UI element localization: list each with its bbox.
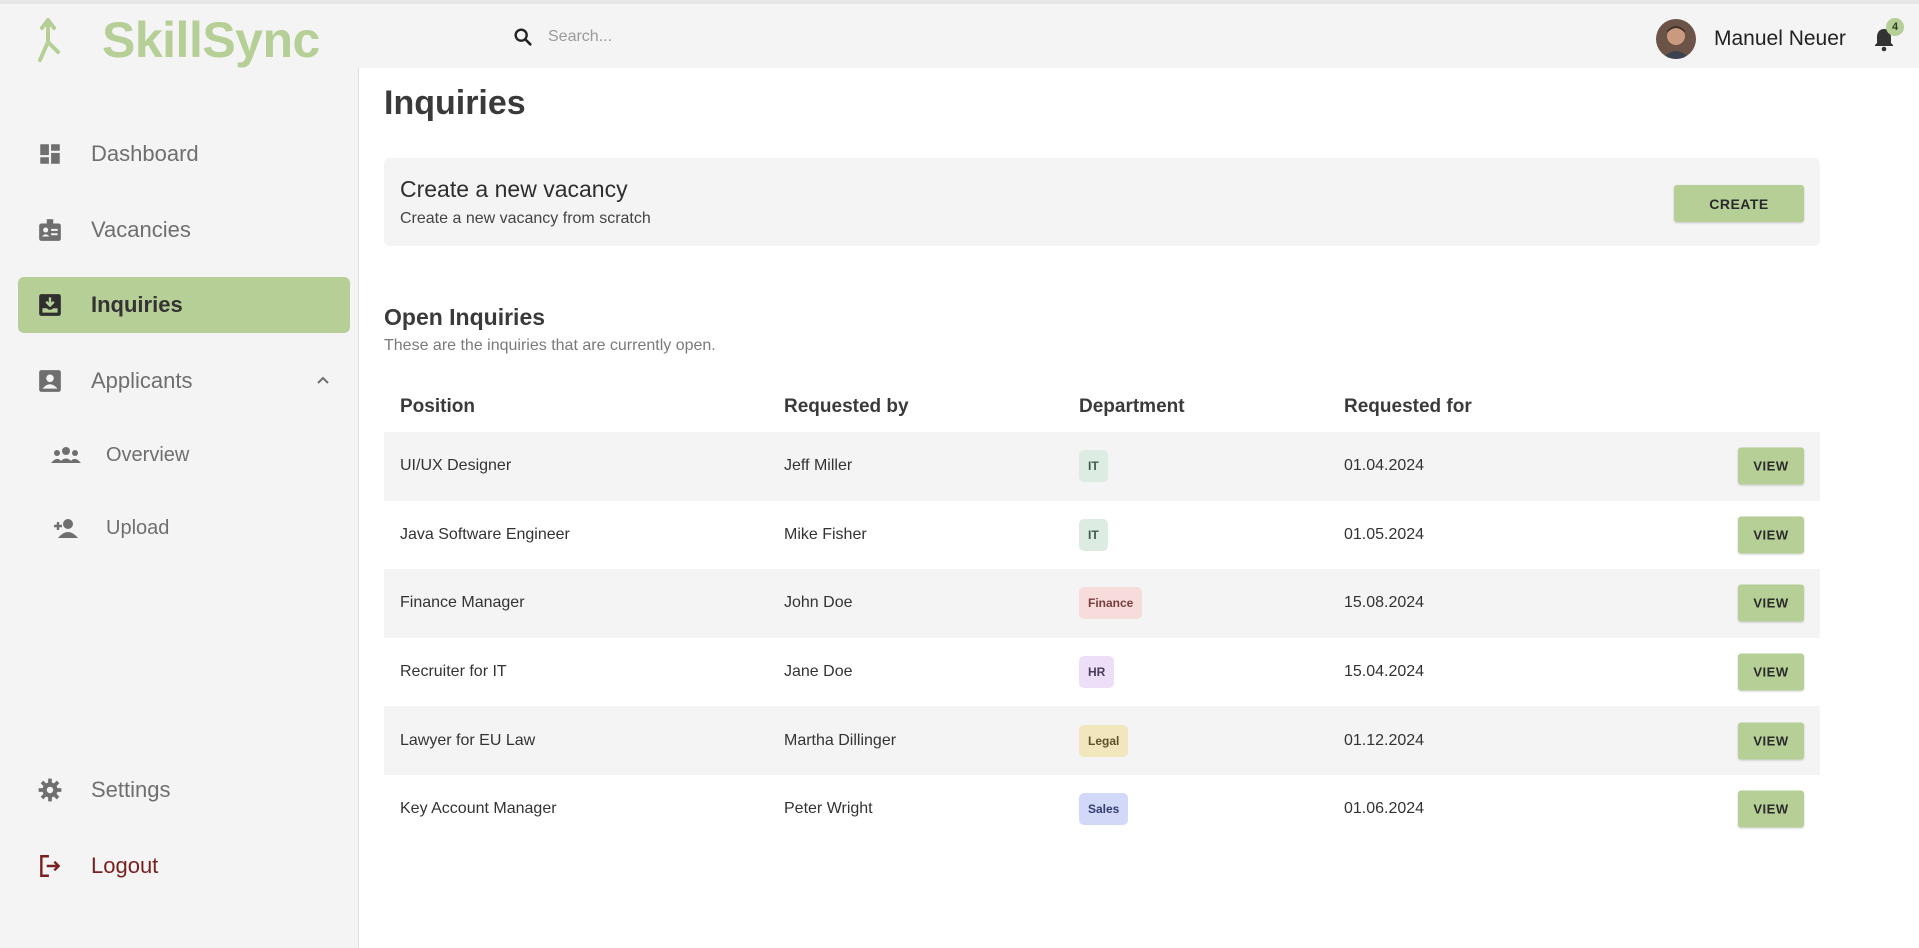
view-button[interactable]: VIEW bbox=[1738, 653, 1804, 691]
cell-requested-by: John Doe bbox=[784, 594, 853, 612]
department-badge: Sales bbox=[1079, 793, 1129, 826]
cell-requested-by: Jeff Miller bbox=[784, 457, 853, 475]
sidebar: Dashboard Vacancies Inquiries Applicants… bbox=[0, 68, 359, 948]
cell-requested-for: 01.12.2024 bbox=[1344, 731, 1425, 749]
gear-icon bbox=[36, 776, 64, 804]
table-row: Key Account Manager Peter Wright Sales 0… bbox=[384, 775, 1820, 844]
table-row: UI/UX Designer Jeff Miller IT 01.04.2024… bbox=[384, 432, 1820, 501]
avatar[interactable] bbox=[1656, 19, 1696, 59]
view-button[interactable]: VIEW bbox=[1738, 722, 1804, 760]
cell-requested-for: 15.04.2024 bbox=[1344, 663, 1425, 681]
contact-card-icon bbox=[36, 367, 64, 395]
table-row: Finance Manager John Doe Finance 15.08.2… bbox=[384, 569, 1820, 638]
sidebar-item-inquiries[interactable]: Inquiries bbox=[18, 277, 350, 333]
top-bar: SkillSync Manuel Neuer 4 bbox=[0, 0, 1919, 68]
column-header-position: Position bbox=[400, 396, 475, 417]
create-vacancy-card: Create a new vacancy Create a new vacanc… bbox=[384, 158, 1820, 246]
section-title: Open Inquiries bbox=[384, 304, 546, 330]
app-logo[interactable]: SkillSync bbox=[34, 12, 320, 68]
cell-position: Key Account Manager bbox=[400, 800, 557, 818]
user-menu[interactable]: Manuel Neuer bbox=[1656, 19, 1846, 59]
table-header: Position Requested by Department Request… bbox=[384, 386, 1820, 432]
inbox-download-icon bbox=[36, 291, 64, 319]
department-badge: IT bbox=[1079, 518, 1108, 551]
create-card-title: Create a new vacancy bbox=[400, 176, 628, 202]
column-header-requested-by: Requested by bbox=[784, 396, 909, 417]
badge-icon bbox=[36, 216, 64, 244]
table-row: Lawyer for EU Law Martha Dillinger Legal… bbox=[384, 706, 1820, 775]
cell-position: Lawyer for EU Law bbox=[400, 731, 536, 749]
cell-position: UI/UX Designer bbox=[400, 457, 512, 475]
cell-requested-for: 01.06.2024 bbox=[1344, 800, 1425, 818]
department-badge: Legal bbox=[1079, 724, 1129, 757]
sidebar-item-dashboard[interactable]: Dashboard bbox=[18, 126, 350, 182]
create-button[interactable]: CREATE bbox=[1674, 185, 1804, 222]
search-icon bbox=[514, 28, 532, 46]
column-header-requested-for: Requested for bbox=[1344, 396, 1472, 417]
search-input[interactable] bbox=[548, 28, 948, 46]
cell-requested-for: 01.05.2024 bbox=[1344, 525, 1425, 543]
sidebar-item-upload[interactable]: Upload bbox=[18, 504, 350, 552]
sidebar-item-label: Upload bbox=[106, 516, 170, 539]
table-row: Recruiter for IT Jane Doe HR 15.04.2024 … bbox=[384, 638, 1820, 707]
department-badge: HR bbox=[1079, 656, 1115, 689]
dashboard-icon bbox=[36, 140, 64, 168]
column-header-department: Department bbox=[1079, 396, 1185, 417]
view-button[interactable]: VIEW bbox=[1738, 584, 1804, 622]
sidebar-item-label: Settings bbox=[91, 777, 171, 802]
person-add-icon bbox=[50, 516, 82, 540]
create-card-subtitle: Create a new vacancy from scratch bbox=[400, 210, 651, 227]
notifications-button[interactable]: 4 bbox=[1872, 18, 1904, 52]
sidebar-item-label: Overview bbox=[106, 443, 190, 466]
view-button[interactable]: VIEW bbox=[1738, 516, 1804, 554]
view-button[interactable]: VIEW bbox=[1738, 447, 1804, 485]
app-name: SkillSync bbox=[102, 12, 320, 68]
sidebar-item-label: Dashboard bbox=[91, 141, 199, 166]
section-subtitle: These are the inquiries that are current… bbox=[384, 337, 716, 354]
cell-requested-by: Mike Fisher bbox=[784, 525, 867, 543]
sidebar-item-vacancies[interactable]: Vacancies bbox=[18, 202, 350, 258]
user-name: Manuel Neuer bbox=[1714, 27, 1846, 50]
view-button[interactable]: VIEW bbox=[1738, 790, 1804, 828]
sidebar-item-overview[interactable]: Overview bbox=[18, 431, 350, 479]
cell-position: Recruiter for IT bbox=[400, 663, 507, 681]
cell-requested-by: Martha Dillinger bbox=[784, 731, 897, 749]
department-badge: IT bbox=[1079, 450, 1108, 483]
department-badge: Finance bbox=[1079, 587, 1143, 620]
sidebar-item-label: Logout bbox=[91, 853, 159, 878]
cell-requested-by: Peter Wright bbox=[784, 800, 873, 818]
cell-requested-for: 01.04.2024 bbox=[1344, 457, 1425, 475]
logout-icon bbox=[36, 852, 64, 880]
page-title: Inquiries bbox=[384, 84, 526, 122]
sidebar-item-label: Vacancies bbox=[91, 217, 191, 242]
sidebar-item-settings[interactable]: Settings bbox=[18, 762, 350, 818]
inquiries-table: Position Requested by Department Request… bbox=[384, 386, 1820, 844]
sidebar-item-label: Inquiries bbox=[91, 292, 183, 317]
cell-position: Finance Manager bbox=[400, 594, 525, 612]
chevron-up-icon[interactable] bbox=[314, 372, 332, 390]
logo-icon bbox=[38, 18, 60, 62]
notification-count-badge: 4 bbox=[1886, 18, 1904, 36]
search-bar bbox=[512, 26, 948, 48]
group-icon bbox=[50, 443, 82, 467]
sidebar-item-applicants[interactable]: Applicants bbox=[18, 353, 350, 409]
cell-requested-for: 15.08.2024 bbox=[1344, 594, 1425, 612]
cell-requested-by: Jane Doe bbox=[784, 663, 853, 681]
table-row: Java Software Engineer Mike Fisher IT 01… bbox=[384, 501, 1820, 570]
sidebar-item-logout[interactable]: Logout bbox=[18, 838, 350, 894]
cell-position: Java Software Engineer bbox=[400, 525, 570, 543]
sidebar-item-label: Applicants bbox=[91, 368, 193, 393]
